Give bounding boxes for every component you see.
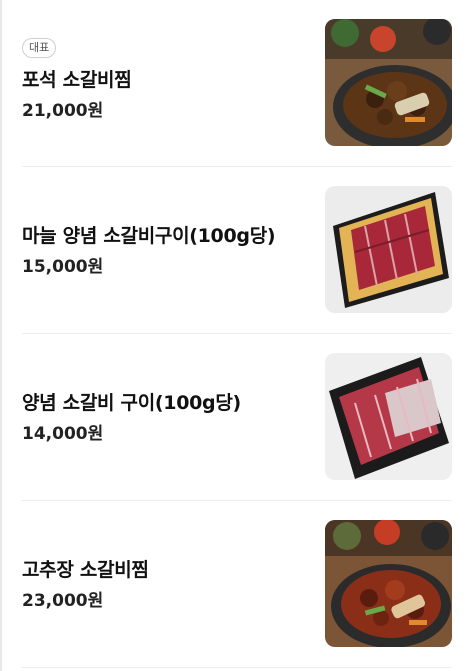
menu-item-info: 마늘 양념 소갈비구이(100g당) 15,000원 (22, 167, 307, 333)
menu-item[interactable]: 마늘 양념 소갈비구이(100g당) 15,000원 (22, 167, 452, 334)
menu-item-name: 마늘 양념 소갈비구이(100g당) (22, 224, 276, 247)
menu-item-price: 14,000원 (22, 423, 104, 444)
menu-item-name: 포석 소갈비찜 (22, 69, 132, 91)
menu-item-photo[interactable] (325, 19, 452, 146)
marinated-grilled-ribs-photo (325, 353, 452, 480)
menu-list: 대표 포석 소갈비찜 21,000원 마늘 양념 소갈비구이(100g당) 15… (22, 0, 452, 668)
menu-item-name: 양념 소갈비 구이(100g당) (22, 391, 241, 414)
garlic-marinated-ribs-photo (325, 186, 452, 313)
menu-item-photo[interactable] (325, 520, 452, 647)
menu-item-price: 15,000원 (22, 256, 104, 277)
left-edge-border (0, 0, 2, 671)
menu-item-info: 양념 소갈비 구이(100g당) 14,000원 (22, 334, 307, 500)
menu-item-info: 대표 포석 소갈비찜 21,000원 (22, 38, 307, 122)
menu-item[interactable]: 고추장 소갈비찜 23,000원 (22, 501, 452, 668)
menu-item-photo[interactable] (325, 353, 452, 480)
menu-item[interactable]: 양념 소갈비 구이(100g당) 14,000원 (22, 334, 452, 501)
menu-item-name: 고추장 소갈비찜 (22, 558, 149, 581)
menu-item[interactable]: 대표 포석 소갈비찜 21,000원 (22, 0, 452, 167)
menu-item-price: 23,000원 (22, 590, 104, 611)
menu-item-info: 고추장 소갈비찜 23,000원 (22, 501, 307, 667)
signature-badge: 대표 (22, 38, 57, 58)
menu-item-price: 21,000원 (22, 101, 104, 121)
gochujang-braised-ribs-photo (325, 520, 452, 647)
braised-short-ribs-photo (325, 19, 452, 146)
menu-item-photo[interactable] (325, 186, 452, 313)
